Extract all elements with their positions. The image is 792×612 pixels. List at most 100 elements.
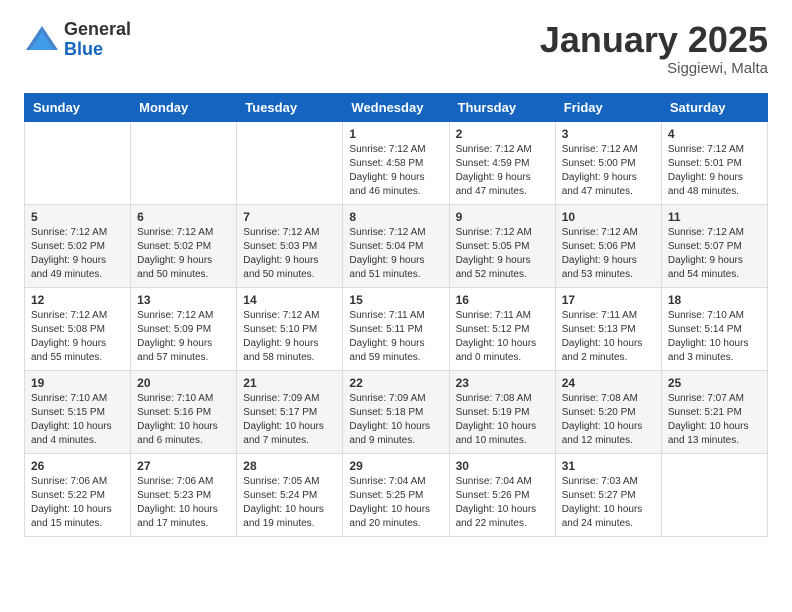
calendar-cell: 24 Sunrise: 7:08 AMSunset: 5:20 PMDayligh…: [555, 370, 661, 453]
calendar-cell: 22 Sunrise: 7:09 AMSunset: 5:18 PMDayligh…: [343, 370, 449, 453]
calendar-cell: [661, 453, 767, 536]
calendar-cell: 18 Sunrise: 7:10 AMSunset: 5:14 PMDayligh…: [661, 287, 767, 370]
day-number: 30: [456, 459, 549, 473]
day-number: 10: [562, 210, 655, 224]
day-info: Sunrise: 7:10 AMSunset: 5:14 PMDaylight:…: [668, 309, 761, 365]
day-info: Sunrise: 7:12 AMSunset: 5:06 PMDaylight:…: [562, 226, 655, 282]
day-number: 16: [456, 293, 549, 307]
day-info: Sunrise: 7:09 AMSunset: 5:18 PMDaylight:…: [349, 392, 442, 448]
day-info: Sunrise: 7:12 AMSunset: 4:58 PMDaylight:…: [349, 143, 442, 199]
day-number: 29: [349, 459, 442, 473]
day-info: Sunrise: 7:12 AMSunset: 5:02 PMDaylight:…: [31, 226, 124, 282]
day-number: 2: [456, 127, 549, 141]
day-info: Sunrise: 7:04 AMSunset: 5:25 PMDaylight:…: [349, 475, 442, 531]
calendar-cell: 29 Sunrise: 7:04 AMSunset: 5:25 PMDayligh…: [343, 453, 449, 536]
day-info: Sunrise: 7:12 AMSunset: 5:08 PMDaylight:…: [31, 309, 124, 365]
calendar-cell: 9Sunrise: 7:12 AMSunset: 5:05 PMDaylight…: [449, 204, 555, 287]
day-number: 15: [349, 293, 442, 307]
day-number: 8: [349, 210, 442, 224]
day-number: 3: [562, 127, 655, 141]
calendar-cell: 16 Sunrise: 7:11 AMSunset: 5:12 PMDayligh…: [449, 287, 555, 370]
location: Siggiewi, Malta: [540, 60, 768, 77]
day-info: Sunrise: 7:12 AMSunset: 5:10 PMDaylight:…: [243, 309, 336, 365]
day-info: Sunrise: 7:08 AMSunset: 5:19 PMDaylight:…: [456, 392, 549, 448]
calendar-cell: [237, 121, 343, 204]
calendar-cell: 1Sunrise: 7:12 AMSunset: 4:58 PMDaylight…: [343, 121, 449, 204]
calendar-row-1: 5 Sunrise: 7:12 AMSunset: 5:02 PMDaylight…: [25, 204, 768, 287]
calendar-row-0: 1Sunrise: 7:12 AMSunset: 4:58 PMDaylight…: [25, 121, 768, 204]
day-info: Sunrise: 7:12 AMSunset: 5:02 PMDaylight:…: [137, 226, 230, 282]
day-info: Sunrise: 7:12 AMSunset: 5:09 PMDaylight:…: [137, 309, 230, 365]
day-info: Sunrise: 7:04 AMSunset: 5:26 PMDaylight:…: [456, 475, 549, 531]
calendar-cell: 31Sunrise: 7:03 AMSunset: 5:27 PMDayligh…: [555, 453, 661, 536]
day-info: Sunrise: 7:12 AMSunset: 5:01 PMDaylight:…: [668, 143, 761, 199]
day-number: 27: [137, 459, 230, 473]
calendar-cell: 23Sunrise: 7:08 AMSunset: 5:19 PMDayligh…: [449, 370, 555, 453]
calendar-cell: [131, 121, 237, 204]
calendar-cell: 21 Sunrise: 7:09 AMSunset: 5:17 PMDayligh…: [237, 370, 343, 453]
header-monday: Monday: [131, 93, 237, 121]
calendar-cell: 11 Sunrise: 7:12 AMSunset: 5:07 PMDayligh…: [661, 204, 767, 287]
calendar-cell: 20 Sunrise: 7:10 AMSunset: 5:16 PMDayligh…: [131, 370, 237, 453]
header: General Blue January 2025 Siggiewi, Malt…: [24, 20, 768, 77]
calendar-row-3: 19Sunrise: 7:10 AMSunset: 5:15 PMDayligh…: [25, 370, 768, 453]
day-number: 17: [562, 293, 655, 307]
logo: General Blue: [24, 20, 131, 60]
logo-blue-text: Blue: [64, 40, 131, 60]
day-info: Sunrise: 7:11 AMSunset: 5:13 PMDaylight:…: [562, 309, 655, 365]
day-number: 25: [668, 376, 761, 390]
calendar-cell: 8 Sunrise: 7:12 AMSunset: 5:04 PMDaylight…: [343, 204, 449, 287]
day-info: Sunrise: 7:12 AMSunset: 5:07 PMDaylight:…: [668, 226, 761, 282]
title-section: January 2025 Siggiewi, Malta: [540, 20, 768, 77]
day-info: Sunrise: 7:12 AMSunset: 4:59 PMDaylight:…: [456, 143, 549, 199]
day-info: Sunrise: 7:05 AMSunset: 5:24 PMDaylight:…: [243, 475, 336, 531]
calendar-cell: 30 Sunrise: 7:04 AMSunset: 5:26 PMDayligh…: [449, 453, 555, 536]
day-info: Sunrise: 7:12 AMSunset: 5:05 PMDaylight:…: [456, 226, 549, 282]
day-number: 13: [137, 293, 230, 307]
calendar-cell: 6 Sunrise: 7:12 AMSunset: 5:02 PMDaylight…: [131, 204, 237, 287]
calendar-cell: 5 Sunrise: 7:12 AMSunset: 5:02 PMDaylight…: [25, 204, 131, 287]
header-sunday: Sunday: [25, 93, 131, 121]
day-info: Sunrise: 7:11 AMSunset: 5:12 PMDaylight:…: [456, 309, 549, 365]
header-wednesday: Wednesday: [343, 93, 449, 121]
day-info: Sunrise: 7:08 AMSunset: 5:20 PMDaylight:…: [562, 392, 655, 448]
calendar-row-2: 12Sunrise: 7:12 AMSunset: 5:08 PMDayligh…: [25, 287, 768, 370]
day-number: 28: [243, 459, 336, 473]
day-info: Sunrise: 7:12 AMSunset: 5:03 PMDaylight:…: [243, 226, 336, 282]
day-info: Sunrise: 7:06 AMSunset: 5:23 PMDaylight:…: [137, 475, 230, 531]
weekday-header-row: Sunday Monday Tuesday Wednesday Thursday…: [25, 93, 768, 121]
calendar-cell: 19Sunrise: 7:10 AMSunset: 5:15 PMDayligh…: [25, 370, 131, 453]
day-number: 24: [562, 376, 655, 390]
day-number: 4: [668, 127, 761, 141]
day-number: 7: [243, 210, 336, 224]
day-number: 18: [668, 293, 761, 307]
day-info: Sunrise: 7:09 AMSunset: 5:17 PMDaylight:…: [243, 392, 336, 448]
day-info: Sunrise: 7:10 AMSunset: 5:16 PMDaylight:…: [137, 392, 230, 448]
calendar-cell: 17 Sunrise: 7:11 AMSunset: 5:13 PMDayligh…: [555, 287, 661, 370]
day-info: Sunrise: 7:11 AMSunset: 5:11 PMDaylight:…: [349, 309, 442, 365]
logo-icon: [24, 22, 60, 58]
day-number: 20: [137, 376, 230, 390]
calendar-cell: 28 Sunrise: 7:05 AMSunset: 5:24 PMDayligh…: [237, 453, 343, 536]
calendar-cell: 27 Sunrise: 7:06 AMSunset: 5:23 PMDayligh…: [131, 453, 237, 536]
calendar-row-4: 26Sunrise: 7:06 AMSunset: 5:22 PMDayligh…: [25, 453, 768, 536]
day-number: 11: [668, 210, 761, 224]
logo-general-text: General: [64, 20, 131, 40]
day-info: Sunrise: 7:03 AMSunset: 5:27 PMDaylight:…: [562, 475, 655, 531]
header-thursday: Thursday: [449, 93, 555, 121]
day-number: 5: [31, 210, 124, 224]
calendar-cell: 26Sunrise: 7:06 AMSunset: 5:22 PMDayligh…: [25, 453, 131, 536]
day-number: 26: [31, 459, 124, 473]
day-info: Sunrise: 7:12 AMSunset: 5:04 PMDaylight:…: [349, 226, 442, 282]
day-number: 22: [349, 376, 442, 390]
calendar-cell: 10 Sunrise: 7:12 AMSunset: 5:06 PMDayligh…: [555, 204, 661, 287]
calendar-cell: 12Sunrise: 7:12 AMSunset: 5:08 PMDayligh…: [25, 287, 131, 370]
day-number: 19: [31, 376, 124, 390]
header-tuesday: Tuesday: [237, 93, 343, 121]
header-friday: Friday: [555, 93, 661, 121]
day-number: 6: [137, 210, 230, 224]
day-number: 14: [243, 293, 336, 307]
day-number: 21: [243, 376, 336, 390]
calendar-cell: 3Sunrise: 7:12 AMSunset: 5:00 PMDaylight…: [555, 121, 661, 204]
logo-text: General Blue: [64, 20, 131, 60]
